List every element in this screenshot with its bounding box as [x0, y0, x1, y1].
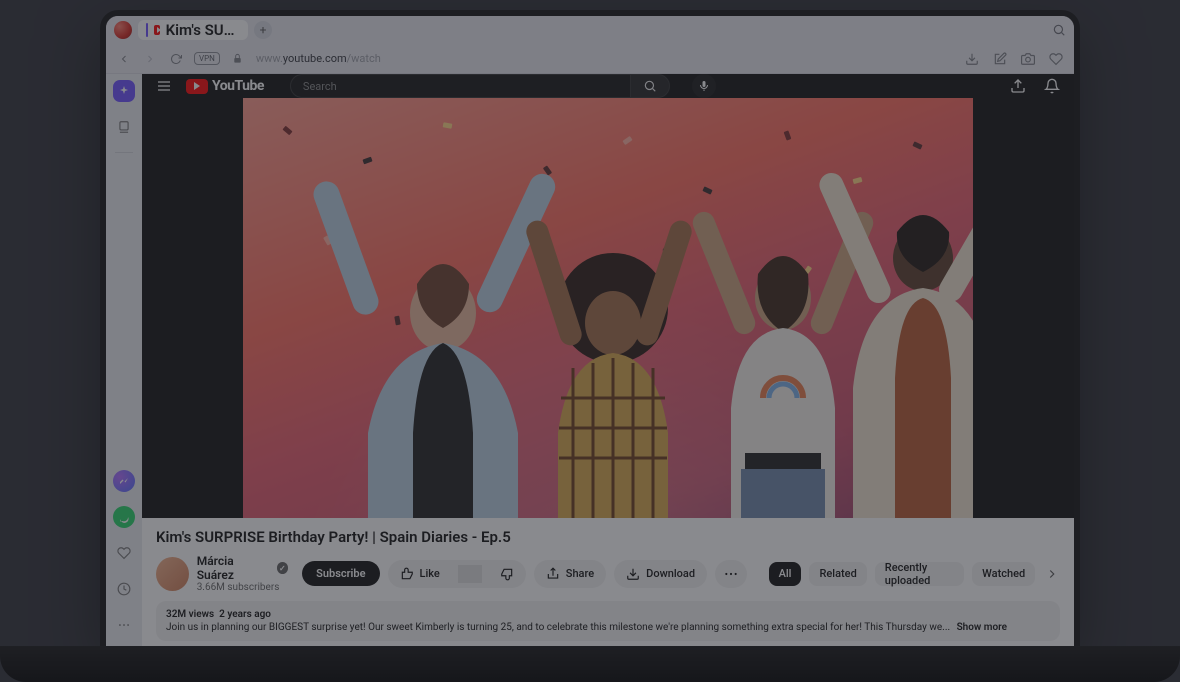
like-dislike-pill: Like — [388, 560, 526, 588]
laptop-frame: Kim's SUPRISE Birt + VPN www.youtube.com… — [100, 10, 1080, 646]
more-icon[interactable] — [113, 614, 135, 636]
chip-related[interactable]: Related — [809, 562, 866, 586]
description-text: Join us in planning our BIGGEST surprise… — [166, 622, 950, 633]
tab-search-icon[interactable] — [1052, 23, 1066, 37]
verified-icon: ✓ — [277, 562, 289, 574]
video-frame — [243, 98, 973, 518]
nav-forward-icon — [142, 53, 158, 65]
search-placeholder: Search — [303, 80, 337, 93]
nav-back-icon[interactable] — [116, 53, 132, 65]
chip-watched[interactable]: Watched — [972, 562, 1035, 586]
browser-tabbar: Kim's SUPRISE Birt + — [106, 16, 1074, 44]
channel-name-text: Márcia Suárez — [197, 554, 271, 582]
subscriber-count: 3.66M subscribers — [197, 582, 288, 593]
share-label: Share — [566, 567, 594, 580]
dislike-button[interactable] — [488, 560, 526, 588]
tab-accent — [146, 23, 148, 37]
video-age: 2 years ago — [219, 609, 271, 620]
like-label: Like — [420, 567, 440, 580]
upload-icon[interactable] — [1010, 78, 1026, 94]
download-label: Download — [646, 567, 695, 580]
messenger-icon[interactable] — [113, 470, 135, 492]
download-icon[interactable] — [964, 52, 980, 66]
youtube-wordmark: YouTube — [212, 78, 264, 94]
youtube-page: YouTube Search — [142, 74, 1074, 646]
voice-search-icon[interactable] — [692, 74, 716, 98]
opera-menu-icon[interactable] — [114, 21, 132, 39]
url-path: /watch — [347, 52, 381, 65]
notifications-icon[interactable] — [1044, 78, 1060, 94]
chips-next-icon[interactable] — [1043, 563, 1060, 585]
reload-icon[interactable] — [168, 53, 184, 65]
view-count: 32M views — [166, 609, 214, 620]
laptop-base — [0, 646, 1180, 682]
channel-avatar[interactable] — [156, 557, 189, 591]
browser-addressbar: VPN www.youtube.com/watch — [106, 44, 1074, 74]
subscribe-button[interactable]: Subscribe — [302, 561, 379, 586]
pill-divider — [458, 565, 482, 583]
browser-tab[interactable]: Kim's SUPRISE Birt — [138, 20, 248, 40]
camera-icon[interactable] — [1020, 52, 1036, 66]
url-domain: youtube.com — [283, 52, 347, 65]
lock-icon[interactable] — [230, 53, 246, 64]
hamburger-icon[interactable] — [156, 78, 172, 94]
chip-all[interactable]: All — [769, 562, 802, 586]
tab-title: Kim's SUPRISE Birt — [166, 21, 240, 39]
whatsapp-icon[interactable] — [113, 506, 135, 528]
like-button[interactable]: Like — [388, 560, 452, 588]
vpn-badge[interactable]: VPN — [194, 52, 220, 65]
aria-ai-button[interactable] — [113, 80, 135, 102]
url-text[interactable]: www.youtube.com/watch — [256, 52, 381, 65]
channel-name[interactable]: Márcia Suárez ✓ — [197, 554, 288, 582]
tabs-icon[interactable] — [113, 116, 135, 138]
youtube-logo[interactable]: YouTube — [186, 78, 264, 94]
show-more-button[interactable]: Show more — [957, 622, 1007, 633]
edit-icon[interactable] — [992, 52, 1008, 66]
opera-sidebar — [106, 74, 142, 646]
youtube-masthead: YouTube Search — [142, 74, 1074, 98]
search-button[interactable] — [630, 74, 670, 98]
description-box[interactable]: 32M views 2 years ago Join us in plannin… — [156, 601, 1060, 641]
video-metadata: Kim's SURPRISE Birthday Party! | Spain D… — [142, 518, 1074, 646]
heart-icon[interactable] — [1048, 52, 1064, 66]
heart-sidebar-icon[interactable] — [113, 542, 135, 564]
youtube-favicon-icon — [154, 25, 160, 35]
screen: Kim's SUPRISE Birt + VPN www.youtube.com… — [106, 16, 1074, 646]
url-prefix: www. — [256, 52, 283, 65]
sidebar-divider — [115, 152, 133, 153]
filter-chips: All Related Recently uploaded Watched — [769, 562, 1060, 586]
more-actions-button[interactable] — [715, 560, 747, 588]
chip-recently-uploaded[interactable]: Recently uploaded — [875, 562, 964, 586]
download-button[interactable]: Download — [614, 560, 707, 588]
new-tab-button[interactable]: + — [254, 21, 272, 39]
video-title: Kim's SURPRISE Birthday Party! | Spain D… — [156, 528, 1060, 546]
history-icon[interactable] — [113, 578, 135, 600]
share-button[interactable]: Share — [534, 560, 606, 588]
video-player[interactable] — [142, 98, 1074, 518]
search-input[interactable]: Search — [290, 74, 630, 98]
youtube-play-icon — [186, 79, 208, 94]
